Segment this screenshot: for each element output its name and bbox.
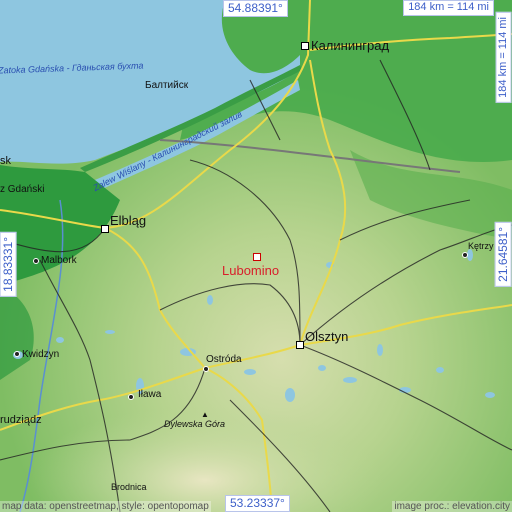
- label-elblag[interactable]: Elbląg: [110, 214, 146, 227]
- ilawa-dot: [128, 394, 134, 400]
- label-grudziadz[interactable]: rudziądz: [0, 415, 42, 426]
- olsztyn-marker: [296, 341, 304, 349]
- label-olsztyn[interactable]: Olsztyn: [305, 330, 348, 343]
- credit-map-data: map data: openstreetmap, style: opentopo…: [0, 501, 211, 512]
- scale-vertical: 184 km = 114 mi: [496, 12, 512, 103]
- malbork-dot: [33, 258, 39, 264]
- elblag-marker: [101, 225, 109, 233]
- coord-bottom: 53.23337°: [225, 495, 290, 512]
- label-baltiysk[interactable]: Балтийск: [145, 81, 188, 91]
- label-target-location[interactable]: Lubomino: [222, 263, 279, 278]
- target-marker-icon[interactable]: [253, 253, 261, 261]
- label-malbork[interactable]: Malbork: [41, 256, 77, 266]
- coord-right: 21.64581°: [495, 222, 512, 287]
- label-brodnica[interactable]: Brodnica: [111, 483, 147, 492]
- scale-horizontal: 184 km = 114 mi: [403, 0, 494, 16]
- label-gdansk-partial[interactable]: sk: [0, 156, 11, 167]
- label-dylewska-gora[interactable]: Dylewska Góra: [164, 420, 225, 429]
- coord-top: 54.88391°: [223, 0, 288, 17]
- label-kaliningrad[interactable]: Калининград: [311, 39, 389, 52]
- credit-image-proc: image proc.: elevation.city: [392, 501, 512, 512]
- ostroda-dot: [203, 366, 209, 372]
- label-ketrzyn[interactable]: Kętrzy: [468, 242, 494, 251]
- kwidzyn-dot: [14, 351, 20, 357]
- elevation-map[interactable]: Zatoka Gdańska - Гданьская бухта Zalew W…: [0, 0, 512, 512]
- ketrzyn-dot: [462, 252, 468, 258]
- label-nowy-dwor-gdanski[interactable]: z Gdański: [0, 185, 44, 195]
- label-ilawa[interactable]: Iława: [138, 390, 161, 400]
- label-ostroda[interactable]: Ostróda: [206, 355, 242, 365]
- label-kwidzyn[interactable]: Kwidzyn: [22, 350, 59, 360]
- summit-icon: ▲: [201, 410, 209, 419]
- kaliningrad-marker: [301, 42, 309, 50]
- coord-left: 18.83331°: [0, 232, 17, 297]
